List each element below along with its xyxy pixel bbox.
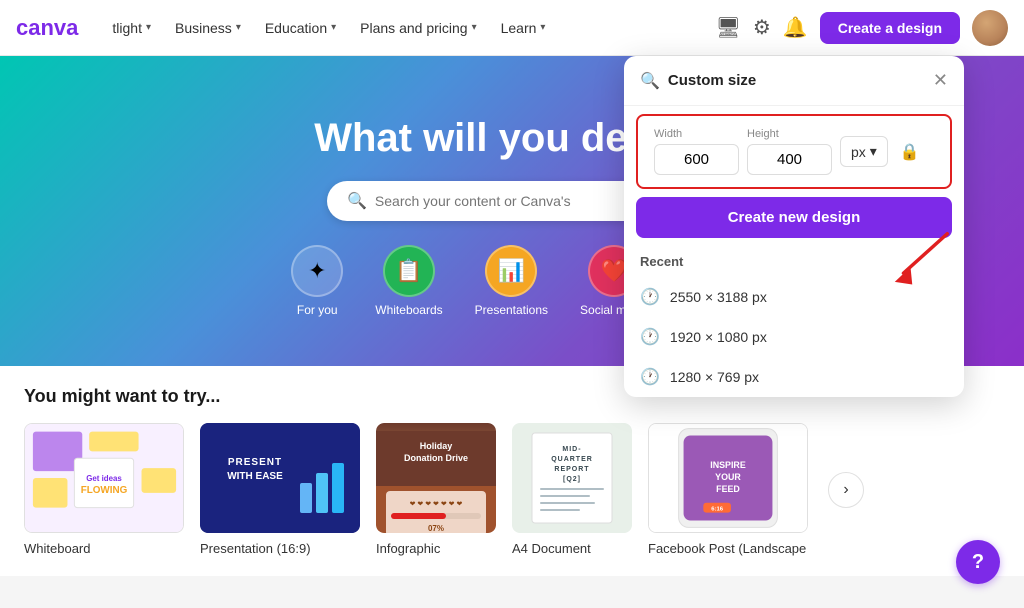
- sparkle-icon: ✦: [291, 245, 343, 297]
- unit-label: px: [851, 144, 866, 160]
- recent-item-0[interactable]: 🕐 2550 × 3188 px: [624, 277, 964, 317]
- bell-icon[interactable]: 🔔: [783, 15, 808, 40]
- recent-label: Recent: [624, 250, 964, 277]
- category-whiteboards[interactable]: 📋 Whiteboards: [375, 245, 442, 317]
- lock-icon[interactable]: 🔒: [896, 138, 924, 166]
- recent-size-0: 2550 × 3188 px: [670, 289, 767, 305]
- svg-text:Holiday: Holiday: [420, 441, 453, 451]
- a4-label: A4 Document: [512, 541, 632, 556]
- template-a4[interactable]: MID- QUARTER REPORT [Q2] A4 Document: [512, 423, 632, 556]
- svg-text:Donation Drive: Donation Drive: [404, 453, 468, 463]
- category-presentations[interactable]: 📊 Presentations: [475, 245, 548, 317]
- dropdown-title: Custom size: [668, 72, 925, 89]
- nav-item-education[interactable]: Education ▾: [255, 14, 346, 42]
- svg-text:INSPIRE: INSPIRE: [710, 460, 746, 470]
- chevron-down-icon: ▾: [331, 22, 336, 33]
- templates-section: You might want to try... Get ideas FLOWI…: [0, 366, 1024, 576]
- template-facebook[interactable]: INSPIRE YOUR FEED 6:16 Facebook Post (La…: [648, 423, 808, 556]
- svg-text:FLOWING: FLOWING: [81, 485, 128, 496]
- template-whiteboard[interactable]: Get ideas FLOWING Whiteboard: [24, 423, 184, 556]
- size-inputs-row: Width Height px ▾ 🔒: [636, 114, 952, 189]
- chevron-down-icon: ▾: [472, 22, 477, 33]
- custom-size-dropdown: 🔍 Custom size ✕ Width Height px ▾ 🔒 Crea…: [624, 56, 964, 397]
- whiteboard-label: Whiteboard: [24, 541, 184, 556]
- templates-row: Get ideas FLOWING Whiteboard PRESENT WIT…: [24, 423, 1000, 556]
- next-arrow-button[interactable]: ›: [828, 472, 864, 508]
- infographic-thumb: Holiday Donation Drive ❤ ❤ ❤ ❤ ❤ ❤ ❤ 07%: [376, 423, 496, 533]
- category-for-you[interactable]: ✦ For you: [291, 245, 343, 317]
- whiteboard-thumb: Get ideas FLOWING: [24, 423, 184, 533]
- chevron-down-icon: ▾: [870, 143, 877, 160]
- presentation-icon: 📊: [485, 245, 537, 297]
- facebook-thumb: INSPIRE YOUR FEED 6:16: [648, 423, 808, 533]
- chevron-down-icon: ▾: [236, 22, 241, 33]
- recent-size-1: 1920 × 1080 px: [670, 329, 767, 345]
- a4-thumb: MID- QUARTER REPORT [Q2]: [512, 423, 632, 533]
- logo: canva: [16, 15, 78, 41]
- svg-text:❤ ❤ ❤ ❤ ❤ ❤ ❤: ❤ ❤ ❤ ❤ ❤ ❤ ❤: [410, 501, 463, 508]
- chevron-down-icon: ▾: [146, 22, 151, 33]
- nav-item-learn[interactable]: Learn ▾: [491, 14, 556, 42]
- recent-item-2[interactable]: 🕐 1280 × 769 px: [624, 357, 964, 397]
- svg-text:YOUR: YOUR: [715, 472, 741, 482]
- facebook-label: Facebook Post (Landscape: [648, 541, 808, 556]
- svg-text:PRESENT: PRESENT: [228, 457, 282, 468]
- svg-text:QUARTER: QUARTER: [551, 456, 593, 463]
- svg-text:FEED: FEED: [716, 484, 740, 494]
- search-icon: 🔍: [347, 191, 367, 211]
- search-icon: 🔍: [640, 71, 660, 91]
- nav-right: 🖥 ⚙ 🔔 Create a design: [716, 10, 1009, 46]
- avatar[interactable]: [972, 10, 1008, 46]
- template-presentation[interactable]: PRESENT WITH EASE Presentation (16:9): [200, 423, 360, 556]
- presentation-thumb: PRESENT WITH EASE: [200, 423, 360, 533]
- unit-selector[interactable]: px ▾: [840, 136, 888, 167]
- svg-text:REPORT: REPORT: [554, 466, 589, 473]
- nav-item-plans[interactable]: Plans and pricing ▾: [350, 14, 486, 42]
- width-input[interactable]: [654, 144, 739, 175]
- nav-item-tlight[interactable]: tlight ▾: [102, 14, 161, 42]
- recent-size-2: 1280 × 769 px: [670, 369, 759, 385]
- svg-text:6:16: 6:16: [711, 507, 724, 513]
- create-design-button[interactable]: Create a design: [820, 12, 960, 44]
- svg-text:07%: 07%: [428, 524, 444, 533]
- gear-icon[interactable]: ⚙: [753, 15, 771, 40]
- height-group: Height: [747, 128, 832, 175]
- navbar: canva tlight ▾ Business ▾ Education ▾ Pl…: [0, 0, 1024, 56]
- nav-item-business[interactable]: Business ▾: [165, 14, 251, 42]
- svg-text:WITH EASE: WITH EASE: [227, 471, 283, 482]
- monitor-icon[interactable]: 🖥: [716, 15, 741, 40]
- dropdown-header: 🔍 Custom size ✕: [624, 56, 964, 106]
- presentation-label: Presentation (16:9): [200, 541, 360, 556]
- nav-items: tlight ▾ Business ▾ Education ▾ Plans an…: [102, 14, 715, 42]
- infographic-label: Infographic: [376, 541, 496, 556]
- clock-icon: 🕐: [640, 287, 660, 307]
- height-label: Height: [747, 128, 832, 140]
- svg-text:[Q2]: [Q2]: [563, 476, 581, 483]
- close-icon[interactable]: ✕: [933, 70, 948, 91]
- chevron-down-icon: ▾: [540, 22, 545, 33]
- template-infographic[interactable]: Holiday Donation Drive ❤ ❤ ❤ ❤ ❤ ❤ ❤ 07%…: [376, 423, 496, 556]
- clock-icon: 🕐: [640, 327, 660, 347]
- height-input[interactable]: [747, 144, 832, 175]
- svg-text:Get ideas: Get ideas: [86, 474, 122, 483]
- help-button[interactable]: ?: [956, 540, 1000, 584]
- svg-text:MID-: MID-: [562, 446, 581, 453]
- clock-icon: 🕐: [640, 367, 660, 387]
- width-group: Width: [654, 128, 739, 175]
- whiteboard-icon: 📋: [383, 245, 435, 297]
- recent-item-1[interactable]: 🕐 1920 × 1080 px: [624, 317, 964, 357]
- create-new-design-button[interactable]: Create new design: [636, 197, 952, 238]
- width-label: Width: [654, 128, 739, 140]
